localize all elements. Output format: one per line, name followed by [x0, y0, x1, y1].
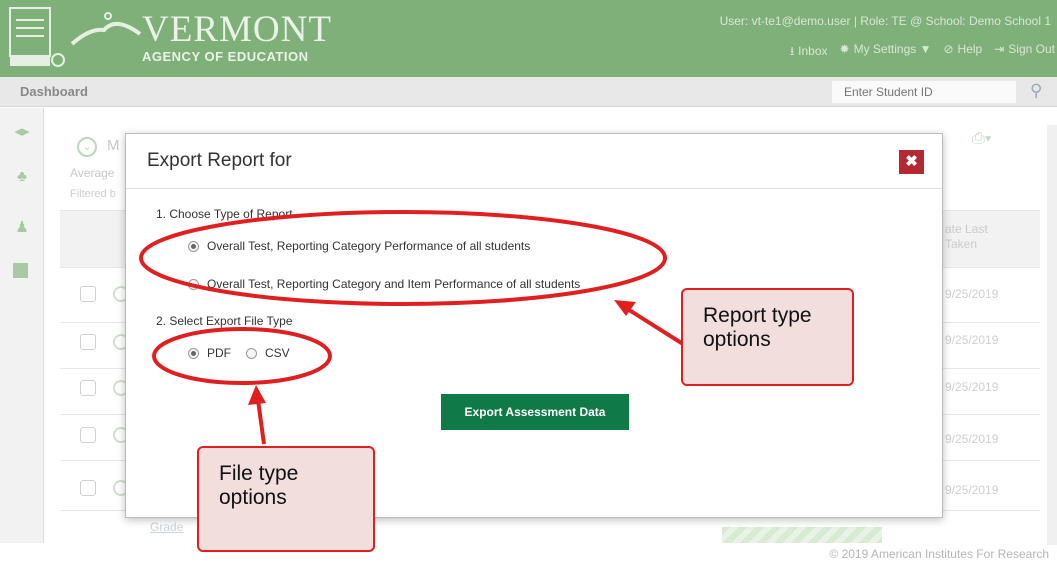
report-arrow [624, 306, 685, 346]
file-type-callout: File type options [197, 446, 375, 552]
report-options-ellipse [139, 210, 667, 306]
file-options-ellipse [152, 327, 332, 385]
report-type-callout: Report type options [681, 288, 854, 386]
file-arrow [256, 399, 266, 445]
annotation-layer [139, 210, 685, 445]
file-arrow-head [248, 385, 266, 405]
